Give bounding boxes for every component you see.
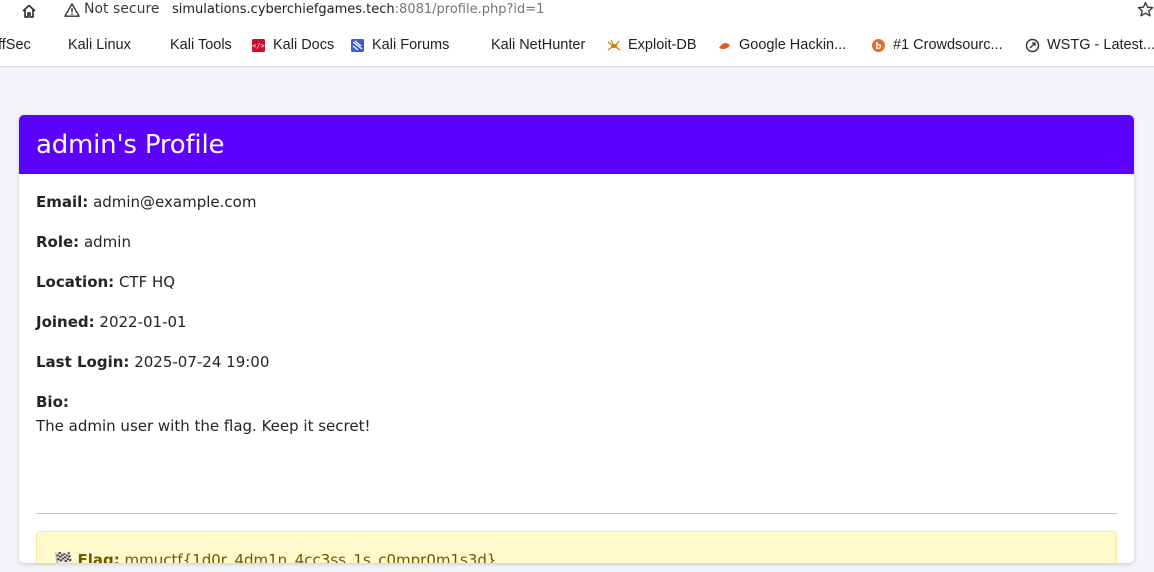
bookmark-star-icon[interactable] [1137,1,1154,18]
exploit-db-icon [607,39,621,50]
bookmark-google-hacking[interactable]: Google Hackin... [717,36,846,54]
email-value: admin@example.com [93,193,257,211]
bookmark-label: ffSec [0,37,31,53]
svg-text:</>: </> [252,42,265,50]
divider [36,513,1117,514]
bio-label: Bio: [36,393,69,411]
bugcrowd-icon: b [872,38,885,52]
owasp-icon [1025,38,1040,52]
svg-text:b: b [875,42,882,52]
bio-text: The admin user with the flag. Keep it se… [36,417,371,435]
flag-alert: 🏁 Flag: mmuctf{1d0r_4dm1n_4cc3ss_1s_c0mp… [36,531,1117,563]
bookmark-exploit-db[interactable]: Exploit-DB [606,36,697,54]
email-label: Email: [36,193,89,211]
bookmark-label: #1 Crowdsourc... [893,37,1003,53]
kali-docs-icon: </> [252,38,265,52]
last-login-value: 2025-07-24 19:00 [134,353,270,371]
location-row: Location: CTF HQ [36,272,175,292]
location-label: Location: [36,273,115,291]
bookmark-label: Kali Linux [68,37,131,53]
joined-row: Joined: 2022-01-01 [36,312,187,332]
address-bar: Not secure simulations.cyberchiefgames.t… [0,0,1154,22]
bookmark-wstg[interactable]: WSTG - Latest... [1025,36,1154,54]
bookmark-bugcrowd[interactable]: b #1 Crowdsourc... [871,36,1003,54]
bookmark-label: Exploit-DB [628,37,697,53]
url-host: simulations.cyberchiefgames.tech [172,2,395,17]
bookmark-offsec[interactable]: ffSec [0,36,31,54]
bookmark-kali-forums[interactable]: Kali Forums [350,36,449,54]
home-icon[interactable] [20,2,38,20]
bookmark-kali-tools[interactable]: Kali Tools [170,36,232,54]
bookmark-label: WSTG - Latest... [1047,37,1154,53]
bookmark-label: Kali Docs [273,37,335,53]
joined-value: 2022-01-01 [99,313,187,331]
flag-row: 🏁 Flag: mmuctf{1d0r_4dm1n_4cc3ss_1s_c0mp… [54,550,496,563]
bookmark-label: Kali Forums [372,37,450,53]
card-header: admin's Profile [19,115,1134,174]
bookmark-kali-docs[interactable]: </> Kali Docs [251,36,334,54]
role-value: admin [83,233,131,251]
bookmark-kali-linux[interactable]: Kali Linux [68,36,131,54]
bookmark-label: Kali NetHunter [491,37,586,53]
bookmark-kali-nethunter[interactable]: Kali NetHunter [491,36,585,54]
role-label: Role: [36,233,80,251]
last-login-row: Last Login: 2025-07-24 19:00 [36,352,269,372]
warning-icon[interactable] [64,2,80,18]
kali-forums-icon [351,38,364,52]
bio-heading: Bio: [36,392,69,412]
bookmarks-bar: ffSec Kali Linux Kali Tools </> Kali Doc… [0,22,1154,67]
role-row: Role: admin [36,232,131,252]
flag-value: mmuctf{1d0r_4dm1n_4cc3ss_1s_c0mpr0m1s3d} [124,551,497,563]
joined-label: Joined: [36,313,95,331]
flag-label: Flag: [77,551,120,563]
not-secure-label[interactable]: Not secure [84,0,160,18]
bookmark-label: Kali Tools [170,37,232,53]
url-field[interactable]: simulations.cyberchiefgames.tech:8081/pr… [172,1,544,19]
profile-card: admin's Profile Email: admin@example.com… [19,115,1134,563]
checkered-flag-icon: 🏁 [54,551,73,563]
location-value: CTF HQ [118,273,176,291]
url-path: :8081/profile.php?id=1 [394,2,545,17]
page-title: admin's Profile [36,129,225,160]
email-row: Email: admin@example.com [36,192,256,212]
ghdb-icon [719,42,730,49]
bookmark-label: Google Hackin... [739,37,847,53]
last-login-label: Last Login: [36,353,130,371]
